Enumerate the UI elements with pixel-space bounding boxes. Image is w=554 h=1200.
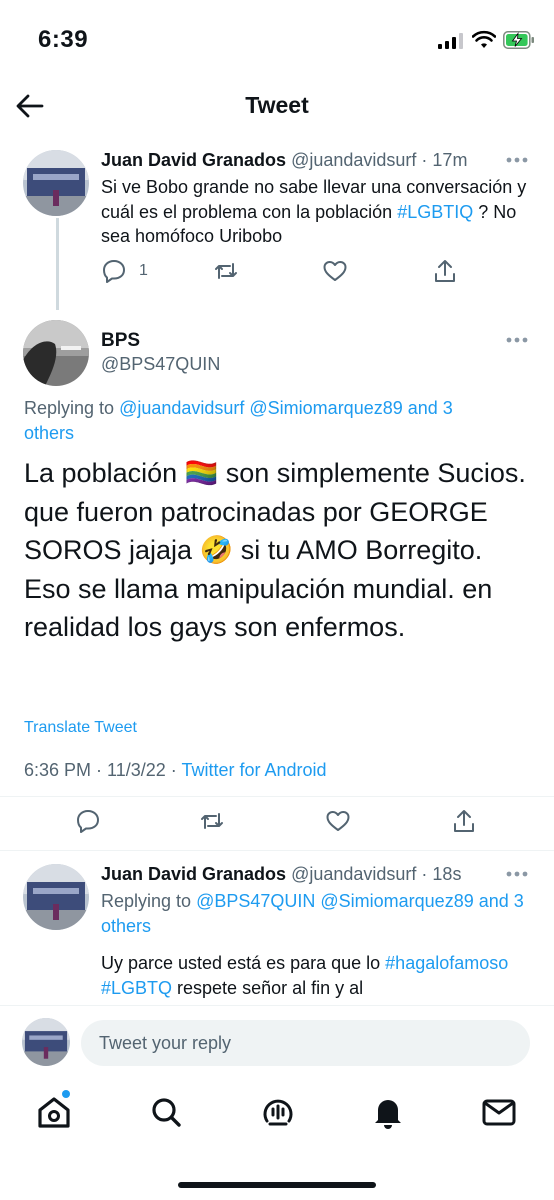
- retweet-icon[interactable]: [213, 258, 239, 284]
- reply-count: 1: [139, 262, 148, 279]
- status-time: 6:39: [38, 26, 89, 53]
- tweet-text-part: La población: [24, 458, 185, 488]
- display-name[interactable]: BPS: [101, 330, 140, 352]
- cellular-signal-icon: [438, 33, 463, 49]
- top-nav: Tweet: [0, 78, 554, 138]
- separator: ·: [416, 150, 433, 170]
- tab-bar: [0, 1076, 554, 1200]
- divider: [0, 850, 554, 851]
- share-icon[interactable]: [451, 808, 477, 834]
- separator: ·: [91, 760, 108, 780]
- like-icon[interactable]: [322, 258, 348, 284]
- status-bar: 6:39: [0, 0, 554, 78]
- reply-composer: [0, 1005, 554, 1075]
- replying-label: Replying to: [101, 891, 197, 911]
- tweet-time: 18s: [432, 864, 462, 884]
- user-handle[interactable]: @juandavidsurf: [291, 864, 416, 884]
- tweet-time: 6:36 PM: [24, 760, 92, 780]
- share-icon[interactable]: [432, 258, 458, 284]
- avatar[interactable]: [23, 150, 89, 216]
- separator: ·: [416, 864, 433, 884]
- retweet-icon[interactable]: [199, 808, 225, 834]
- replying-to: Replying to @juandavidsurf @Simiomarquez…: [24, 396, 504, 446]
- tweet-date: 11/3/22: [107, 760, 166, 780]
- tweet-time: 17m: [432, 150, 468, 170]
- separator: ·: [165, 760, 182, 780]
- more-options-icon[interactable]: [505, 335, 529, 345]
- tweet-header: Juan David Granados @juandavidsurf · 17m: [101, 150, 467, 171]
- reply-input[interactable]: [81, 1020, 530, 1066]
- more-options-icon[interactable]: [505, 155, 529, 165]
- tweet-text-part: Uy parce usted está es para que lo: [101, 953, 386, 973]
- page-title: Tweet: [245, 92, 309, 118]
- tweet-actions: [0, 800, 554, 840]
- replying-label: Replying to: [24, 398, 120, 418]
- hashtag-link[interactable]: #hagalofamoso: [385, 953, 508, 973]
- tab-home[interactable]: [32, 1090, 76, 1134]
- tweet-text: La población 🏳️‍🌈 son simplemente Sucios…: [24, 454, 534, 647]
- more-options-icon[interactable]: [505, 869, 529, 879]
- tweet-text-part: respete señor al fin y al: [172, 978, 364, 998]
- avatar[interactable]: [23, 864, 89, 930]
- laughing-emoji: 🤣: [199, 535, 234, 565]
- battery-charging-icon: [503, 31, 534, 49]
- tweet-header: Juan David Granados @juandavidsurf · 18s: [101, 864, 461, 885]
- rainbow-flag-emoji: 🏳️‍🌈: [184, 458, 219, 488]
- wifi-icon: [472, 30, 496, 48]
- translate-tweet-link[interactable]: Translate Tweet: [24, 719, 137, 737]
- reply-icon[interactable]: [101, 258, 127, 284]
- tweet-source[interactable]: Twitter for Android: [181, 760, 326, 780]
- display-name[interactable]: Juan David Granados: [101, 864, 286, 884]
- hashtag-link[interactable]: #LGBTQ: [101, 978, 172, 998]
- display-name[interactable]: Juan David Granados: [101, 150, 286, 170]
- avatar[interactable]: [23, 320, 89, 386]
- notifications-icon: [375, 1100, 401, 1129]
- user-handle[interactable]: @BPS47QUIN: [101, 354, 220, 375]
- avatar: [22, 1018, 70, 1066]
- home-icon: [38, 1097, 70, 1128]
- home-indicator: [178, 1182, 376, 1188]
- search-icon: [152, 1098, 181, 1127]
- tab-notifications[interactable]: [366, 1090, 410, 1134]
- spaces-icon: [263, 1099, 293, 1126]
- divider: [0, 796, 554, 797]
- tab-messages[interactable]: [477, 1090, 521, 1134]
- reply-icon[interactable]: [75, 808, 101, 834]
- tweet-meta: 6:36 PM · 11/3/22 · Twitter for Android: [24, 760, 327, 781]
- tweet-actions: 1: [101, 258, 461, 290]
- tweet-text: Si ve Bobo grande no sabe llevar una con…: [101, 175, 531, 249]
- tab-spaces[interactable]: [256, 1090, 300, 1134]
- like-icon[interactable]: [325, 808, 351, 834]
- parent-tweet[interactable]: Juan David Granados @juandavidsurf · 17m…: [0, 140, 554, 310]
- thread-line: [56, 218, 59, 310]
- user-handle[interactable]: @juandavidsurf: [291, 150, 416, 170]
- tweet-text: Uy parce usted está es para que lo #haga…: [101, 951, 531, 1001]
- home-new-indicator: [62, 1090, 70, 1098]
- reply-tweet[interactable]: Juan David Granados @juandavidsurf · 18s…: [0, 852, 554, 1006]
- replying-to: Replying to @BPS47QUIN @Simiomarquez89 a…: [101, 889, 531, 939]
- tab-search[interactable]: [144, 1090, 188, 1134]
- hashtag-link[interactable]: #LGBTIQ: [397, 202, 473, 222]
- messages-icon: [482, 1099, 516, 1126]
